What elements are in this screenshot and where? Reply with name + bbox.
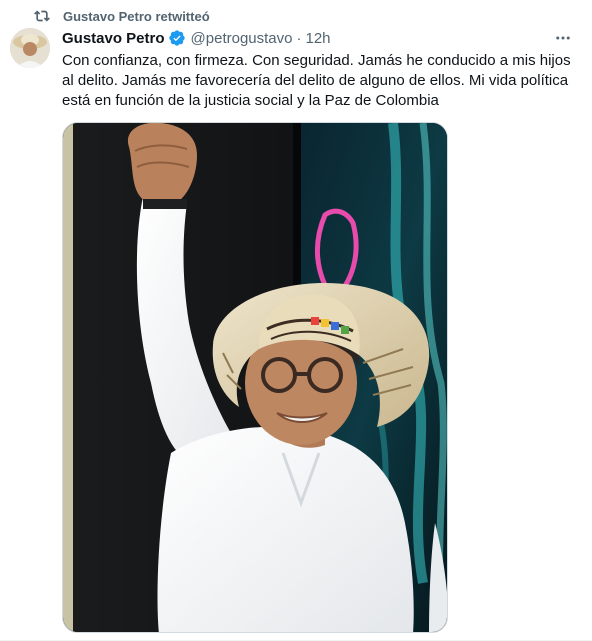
retweet-icon	[34, 8, 50, 24]
retweet-context[interactable]: Gustavo Petro retwitteó	[34, 7, 210, 25]
verified-badge-icon	[168, 29, 186, 47]
retweet-label: Gustavo Petro retwitteó	[63, 8, 210, 24]
author-handle[interactable]: @petrogustavo	[191, 30, 293, 47]
tweet-text: Con confianza, con firmeza. Con segurida…	[62, 52, 571, 109]
tweet-header: Gustavo Petro @petrogustavo · 12h	[62, 27, 580, 49]
tweet-photo[interactable]	[62, 122, 448, 633]
avatar[interactable]	[10, 28, 50, 68]
author-display-name[interactable]: Gustavo Petro	[62, 30, 165, 47]
tweet-timestamp[interactable]: 12h	[305, 30, 330, 47]
separator-dot: ·	[296, 29, 302, 47]
more-horizontal-icon[interactable]	[552, 27, 574, 49]
tweet[interactable]: Gustavo Petro retwitteó Gustavo Petro @p…	[0, 0, 592, 641]
